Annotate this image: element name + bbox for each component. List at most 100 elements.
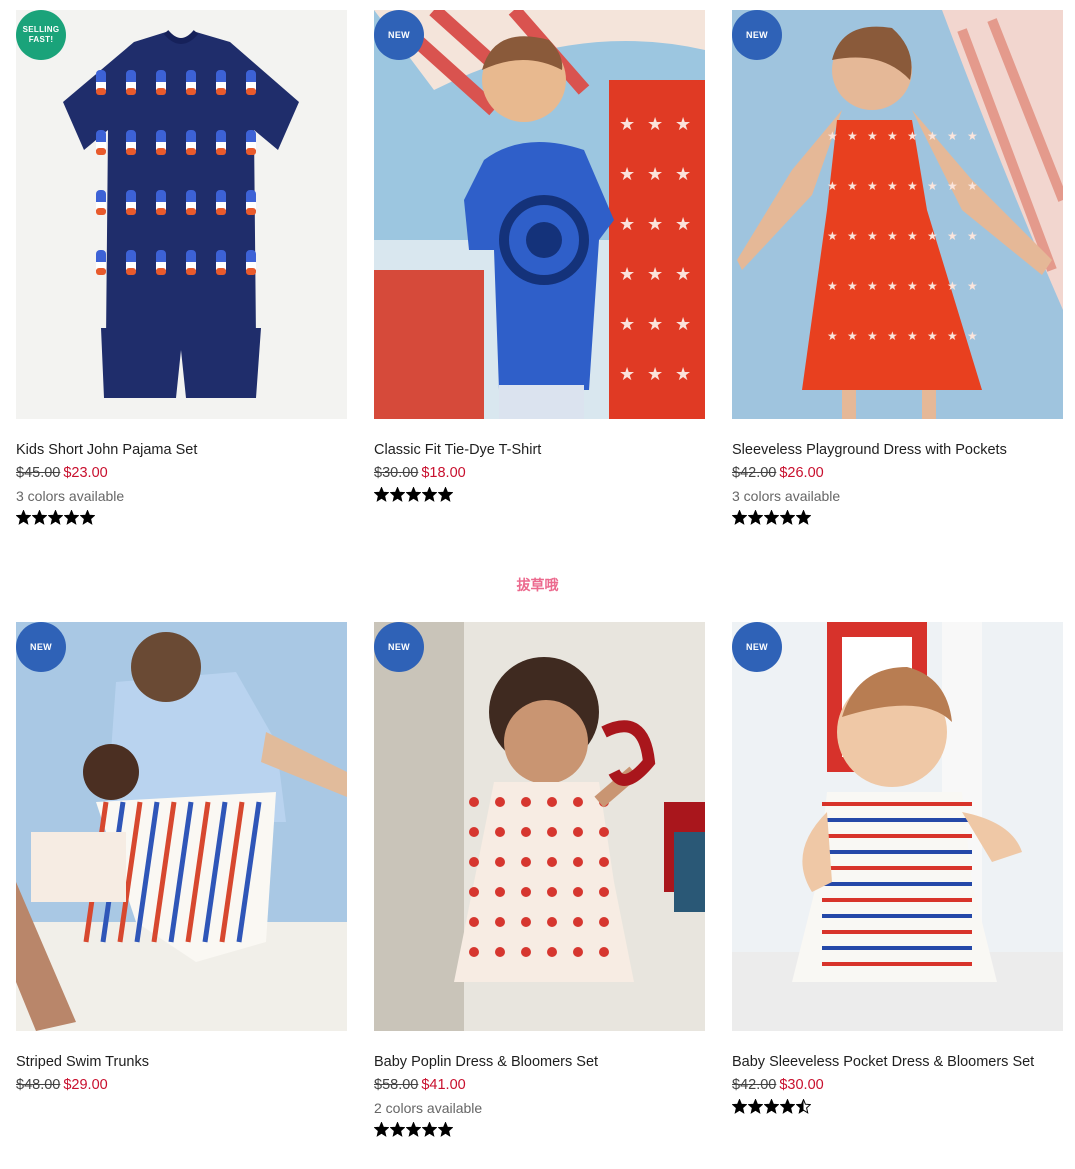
product-card[interactable]: ★ ★ ★ ★ ★ ★ ★ ★ ★ ★ ★ ★ ★ ★ ★ ★ ★ ★ NEW Classic Fit Tie-D…: [374, 10, 705, 503]
product-title[interactable]: Baby Sleeveless Pocket Dress & Bloomers …: [732, 1053, 1063, 1071]
product-image[interactable]: ★ ★ ★ ★ ★ ★ ★ ★ ★ ★ ★ ★ ★ ★ ★ ★ ★ ★ NEW: [374, 10, 705, 419]
svg-text:★: ★: [967, 179, 978, 193]
svg-text:★: ★: [675, 264, 691, 284]
price: $30.00 $18.00: [374, 464, 705, 482]
star-icon: [732, 510, 747, 525]
svg-text:★: ★: [675, 364, 691, 384]
svg-text:★: ★: [947, 329, 958, 343]
star-icon: [16, 510, 31, 525]
product-title[interactable]: Classic Fit Tie-Dye T-Shirt: [374, 441, 705, 459]
svg-text:★: ★: [675, 214, 691, 234]
star-icon: [748, 510, 763, 525]
new-badge: NEW: [732, 10, 782, 60]
watermark: 拔草哦: [516, 577, 559, 593]
rating-stars: [732, 1099, 1063, 1115]
svg-text:★: ★: [847, 229, 858, 243]
product-photo: [16, 622, 347, 1031]
svg-text:★: ★: [887, 329, 898, 343]
product-card[interactable]: NEW Striped Swim Trunks $48.00 $29.00: [16, 622, 347, 1094]
star-icon: [422, 487, 437, 502]
star-icon: [422, 1122, 437, 1137]
star-icon: [374, 1122, 389, 1137]
svg-text:★: ★: [867, 179, 878, 193]
sale-price: $30.00: [779, 1077, 824, 1093]
star-icon: [438, 487, 453, 502]
svg-text:★: ★: [827, 279, 838, 293]
star-icon: [748, 1099, 763, 1114]
product-title[interactable]: Kids Short John Pajama Set: [16, 441, 347, 459]
original-price: $58.00: [374, 1077, 419, 1093]
product-photo: ★ ★ ★ ★ ★ ★ ★ ★ ★ ★ ★ ★ ★ ★ ★ ★ ★ ★: [374, 10, 705, 419]
svg-text:★: ★: [647, 264, 663, 284]
svg-text:★: ★: [867, 129, 878, 143]
price: $58.00 $41.00: [374, 1076, 705, 1094]
product-card[interactable]: ★ ★ ★ ★ ★ ★ ★ ★ ★ ★ ★ ★ ★ ★ ★ ★ ★ ★ ★ ★ ★ ★ ★ ★ ★ ★ ★ ★ ★ ★ ★ ★ ★ ★ ★ ★ ★ ★ ★ ★…: [732, 10, 1063, 526]
product-image[interactable]: NEW: [374, 622, 705, 1031]
svg-text:★: ★: [867, 229, 878, 243]
new-badge: NEW: [16, 622, 66, 672]
star-icon: [796, 1099, 811, 1114]
original-price: $42.00: [732, 465, 777, 481]
svg-text:★: ★: [927, 179, 938, 193]
product-title[interactable]: Baby Poplin Dress & Bloomers Set: [374, 1053, 705, 1071]
svg-text:★: ★: [927, 279, 938, 293]
svg-text:★: ★: [907, 229, 918, 243]
badge: NEW: [374, 622, 424, 672]
selling-fast-badge: SELLING FAST!: [16, 10, 66, 60]
svg-text:★: ★: [847, 329, 858, 343]
svg-text:★: ★: [887, 279, 898, 293]
new-badge: NEW: [374, 10, 424, 60]
star-icon: [406, 1122, 421, 1137]
original-price: $45.00: [16, 465, 61, 481]
product-image[interactable]: SELLING FAST!: [16, 10, 347, 419]
product-title[interactable]: Striped Swim Trunks: [16, 1053, 347, 1071]
svg-text:★: ★: [967, 279, 978, 293]
star-icon: [374, 487, 389, 502]
star-icon: [406, 487, 421, 502]
badge: NEW: [16, 622, 66, 672]
star-icon: [438, 1122, 453, 1137]
badge: NEW: [732, 10, 782, 60]
svg-text:★: ★: [619, 164, 635, 184]
svg-text:★: ★: [947, 229, 958, 243]
svg-text:★: ★: [967, 329, 978, 343]
price: $45.00 $23.00: [16, 464, 347, 482]
svg-text:★: ★: [619, 314, 635, 334]
svg-text:★: ★: [619, 214, 635, 234]
rating-stars: [374, 1122, 705, 1138]
sale-price: $26.00: [779, 465, 824, 481]
new-badge: NEW: [732, 622, 782, 672]
product-title[interactable]: Sleeveless Playground Dress with Pockets: [732, 441, 1063, 459]
svg-text:★: ★: [827, 179, 838, 193]
svg-text:★: ★: [887, 129, 898, 143]
svg-text:★: ★: [619, 264, 635, 284]
svg-text:★: ★: [927, 329, 938, 343]
svg-text:★: ★: [927, 229, 938, 243]
svg-text:★: ★: [947, 279, 958, 293]
colors-available[interactable]: 2 colors available: [374, 1099, 705, 1117]
star-icon: [796, 510, 811, 525]
product-card[interactable]: NEW Baby Poplin Dress & Bloomers Set $58…: [374, 622, 705, 1138]
star-icon: [732, 1099, 747, 1114]
product-card[interactable]: SELLING FAST! Kids Short John Pajama Set …: [16, 10, 347, 526]
svg-text:★: ★: [847, 179, 858, 193]
svg-text:★: ★: [967, 129, 978, 143]
star-icon: [390, 487, 405, 502]
product-card[interactable]: NEW Baby Sleeveless Pocket Dress & Bloom…: [732, 622, 1063, 1115]
svg-text:★: ★: [847, 129, 858, 143]
sale-price: $41.00: [421, 1077, 466, 1093]
rating-stars: [732, 510, 1063, 526]
product-image[interactable]: NEW: [732, 622, 1063, 1031]
product-image[interactable]: NEW: [16, 622, 347, 1031]
product-image[interactable]: ★ ★ ★ ★ ★ ★ ★ ★ ★ ★ ★ ★ ★ ★ ★ ★ ★ ★ ★ ★ ★ ★ ★ ★ ★ ★ ★ ★ ★ ★ ★ ★ ★ ★ ★ ★ ★ ★ ★ ★…: [732, 10, 1063, 419]
sale-price: $18.00: [421, 465, 466, 481]
badge: NEW: [732, 622, 782, 672]
svg-text:★: ★: [675, 314, 691, 334]
colors-available[interactable]: 3 colors available: [732, 487, 1063, 505]
colors-available[interactable]: 3 colors available: [16, 487, 347, 505]
star-icon: [780, 1099, 795, 1114]
svg-text:★: ★: [827, 329, 838, 343]
product-photo: [374, 622, 705, 1031]
svg-text:★: ★: [927, 129, 938, 143]
svg-text:★: ★: [647, 214, 663, 234]
